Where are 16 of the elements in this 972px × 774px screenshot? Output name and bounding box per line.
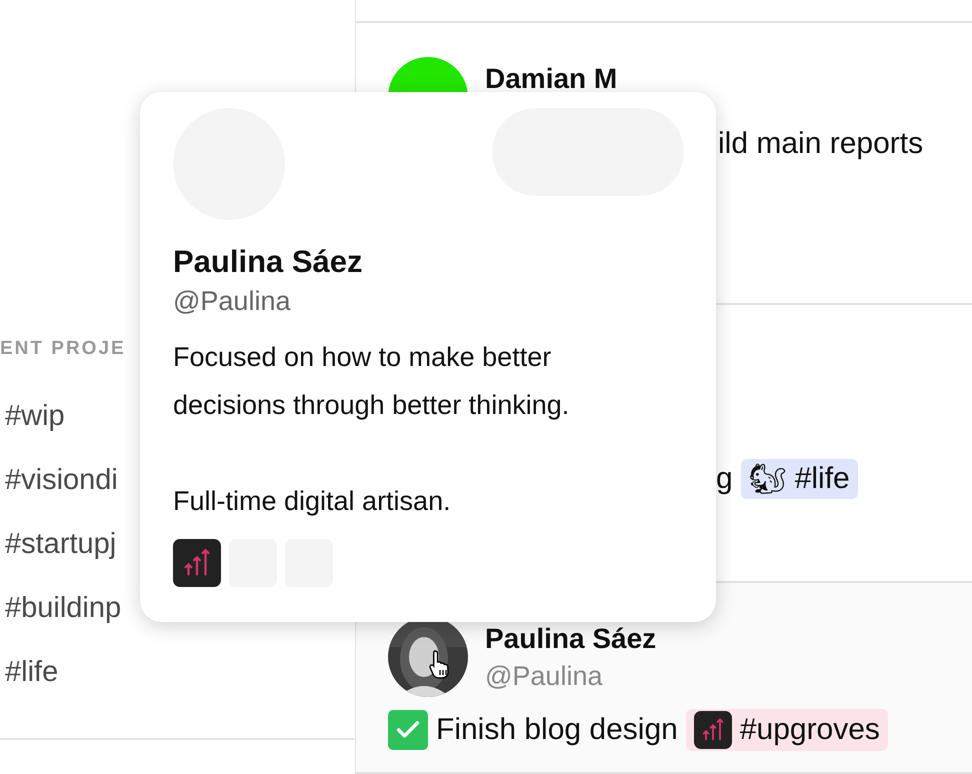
- section-heading: ENT PROJE: [0, 338, 126, 361]
- tag[interactable]: #upgroves: [686, 708, 888, 751]
- author-name: Paulina Sáez: [485, 622, 656, 655]
- project-icon[interactable]: [173, 539, 221, 587]
- profile-handle: @Paulina: [173, 286, 292, 317]
- author-name: Damian M: [485, 62, 618, 95]
- author-handle: @Paulina: [485, 660, 604, 692]
- post-text: ild main reports: [718, 126, 924, 161]
- post-text: g: [716, 462, 733, 496]
- tag[interactable]: 🐿 #life: [740, 458, 858, 499]
- profile-name: Paulina Sáez: [173, 244, 364, 280]
- profile-bio: Focused on how to make better decisions through better thinking.: [173, 341, 570, 422]
- checkbox[interactable]: [388, 710, 428, 750]
- task-text: Finish blog design: [436, 712, 678, 747]
- sidebar-item[interactable]: #life: [0, 640, 355, 704]
- profile-bio: Full-time digital artisan.: [173, 485, 452, 518]
